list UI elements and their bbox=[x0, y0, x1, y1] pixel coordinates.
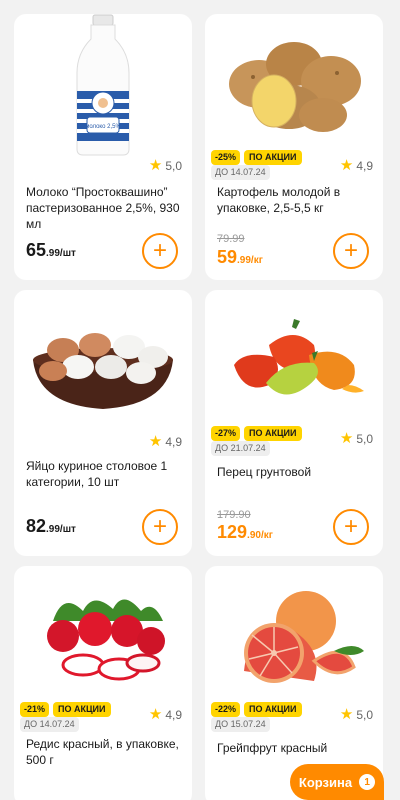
plus-icon: + bbox=[343, 513, 358, 540]
cart-button[interactable]: Корзина 1 bbox=[290, 764, 384, 800]
rating: ★ 5,0 bbox=[339, 430, 373, 447]
product-title: Редис красный, в упаковке, 500 г bbox=[26, 737, 179, 767]
promo-badges: -25% ПО АКЦИИ bbox=[211, 150, 302, 165]
add-to-cart-button[interactable]: + bbox=[142, 509, 178, 545]
milk-bottle-icon: молоко 2,5% bbox=[14, 14, 192, 156]
cart-count-badge: 1 bbox=[359, 774, 376, 790]
rating: ★ 5,0 bbox=[339, 706, 373, 723]
promo-badges: -21% ПО АКЦИИ bbox=[20, 702, 111, 717]
eggs-bowl-icon bbox=[14, 290, 192, 430]
star-icon: ★ bbox=[339, 157, 354, 174]
svg-text:молоко 2,5%: молоко 2,5% bbox=[85, 124, 121, 130]
rating: ★ 4,9 bbox=[148, 433, 182, 450]
product-card-eggs[interactable]: ★ 4,9 Яйцо куриное столовое 1 категории,… bbox=[14, 290, 192, 556]
star-icon: ★ bbox=[148, 433, 163, 450]
discount-badge: -25% bbox=[211, 150, 241, 165]
product-title: Грейпфрут красный bbox=[217, 741, 328, 755]
product-title: Яйцо куриное столовое 1 категории, 10 шт bbox=[26, 459, 168, 489]
discount-badge: -27% bbox=[211, 426, 241, 441]
promo-badges: -22% ПО АКЦИИ bbox=[211, 702, 302, 717]
star-icon: ★ bbox=[339, 430, 354, 447]
plus-icon: + bbox=[152, 513, 167, 540]
promo-badge: ПО АКЦИИ bbox=[244, 426, 302, 441]
add-to-cart-button[interactable]: + bbox=[333, 509, 369, 545]
pepper-icon bbox=[205, 290, 383, 430]
plus-icon: + bbox=[152, 237, 167, 264]
star-icon: ★ bbox=[339, 706, 354, 723]
old-price: 79.99 bbox=[217, 233, 245, 245]
rating: ★ 4,9 bbox=[148, 706, 182, 723]
price: 59 .99/кг bbox=[217, 247, 263, 267]
star-icon: ★ bbox=[148, 157, 163, 174]
price: 82 .99/шт bbox=[26, 516, 76, 536]
promo-badge: ПО АКЦИИ bbox=[53, 702, 111, 717]
product-card-potatoes[interactable]: -25% ПО АКЦИИ ДО 14.07.24 ★ 4,9 Картофел… bbox=[205, 14, 383, 280]
promo-badge: ПО АКЦИИ bbox=[244, 150, 302, 165]
promo-until-badge: ДО 14.07.24 bbox=[20, 717, 79, 732]
add-to-cart-button[interactable]: + bbox=[142, 233, 178, 269]
star-icon: ★ bbox=[148, 706, 163, 723]
cart-label: Корзина bbox=[298, 774, 353, 790]
discount-badge: -21% bbox=[20, 702, 50, 717]
promo-until-badge: ДО 14.07.24 bbox=[211, 165, 270, 180]
product-title: Перец грунтовой bbox=[217, 465, 312, 479]
product-card-pepper[interactable]: -27% ПО АКЦИИ ДО 21.07.24 ★ 5,0 Перец гр… bbox=[205, 290, 383, 556]
old-price: 179.90 bbox=[217, 509, 251, 521]
promo-until-badge: ДО 15.07.24 bbox=[211, 717, 270, 732]
price: 65 .99/шт bbox=[26, 240, 76, 260]
product-card-milk[interactable]: молоко 2,5% ★ 5,0 Молоко “Простоквашино”… bbox=[14, 14, 192, 280]
grapefruit-icon bbox=[205, 566, 383, 706]
plus-icon: + bbox=[343, 237, 358, 264]
price: 129 .90/кг bbox=[217, 522, 273, 542]
product-title: Картофель молодой в упаковке, 2,5-5,5 кг bbox=[217, 185, 341, 215]
rating: ★ 4,9 bbox=[339, 157, 373, 174]
potato-icon bbox=[205, 14, 383, 154]
product-card-radish[interactable]: -21% ПО АКЦИИ ДО 14.07.24 ★ 4,9 Редис кр… bbox=[14, 566, 192, 800]
product-title: Молоко “Простоквашино” пастеризованное 2… bbox=[26, 185, 180, 231]
promo-badges: -27% ПО АКЦИИ bbox=[211, 426, 302, 441]
discount-badge: -22% bbox=[211, 702, 241, 717]
promo-until-badge: ДО 21.07.24 bbox=[211, 441, 270, 456]
rating: ★ 5,0 bbox=[148, 157, 182, 174]
radish-icon bbox=[14, 566, 192, 706]
add-to-cart-button[interactable]: + bbox=[333, 233, 369, 269]
promo-badge: ПО АКЦИИ bbox=[244, 702, 302, 717]
